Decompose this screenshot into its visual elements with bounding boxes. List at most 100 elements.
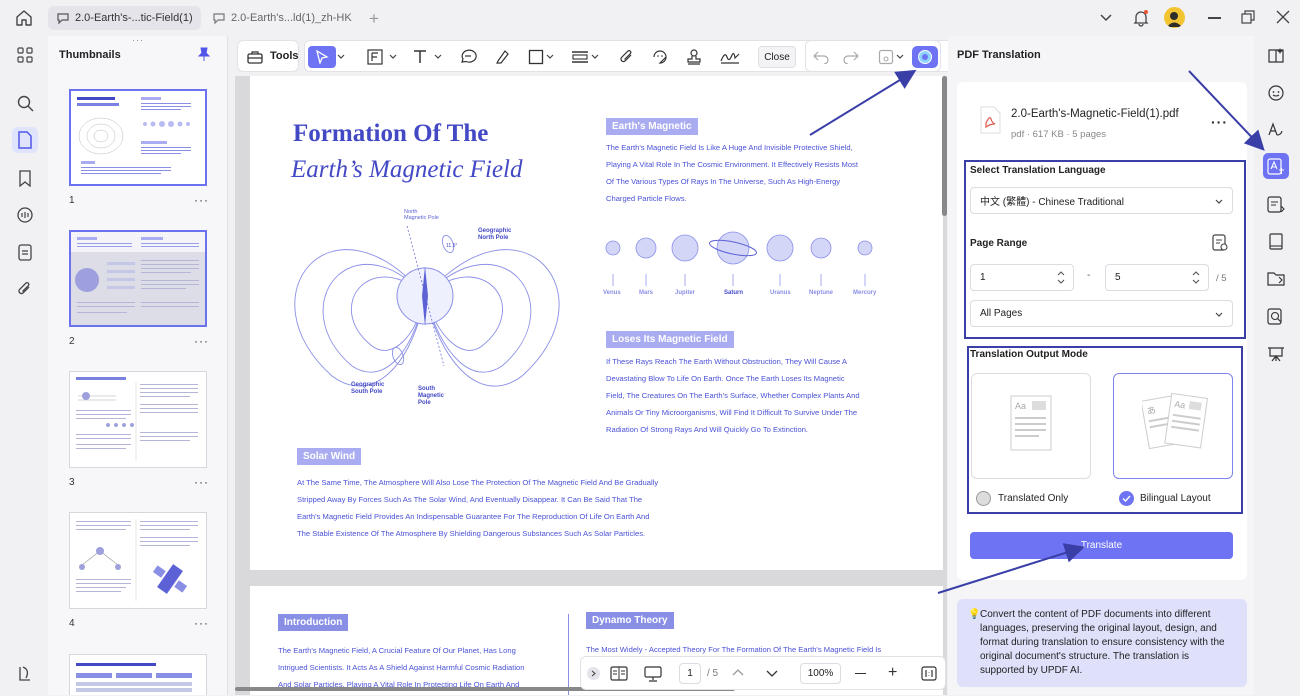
thumbnail-page-4[interactable] — [69, 512, 207, 609]
previous-page-icon[interactable] — [732, 668, 744, 677]
file-more-icon[interactable]: ··· — [1211, 114, 1228, 130]
apps-grid-icon[interactable] — [12, 42, 38, 68]
vertical-scrollbar[interactable] — [942, 76, 947, 216]
home-icon[interactable] — [15, 9, 33, 27]
zoom-in-icon[interactable]: + — [888, 665, 897, 681]
chevron-down-icon[interactable] — [388, 46, 398, 68]
thumbnails-panel: ··· Thumbnails 1 ··· 2 ··· 3 ··· 4 ··· — [48, 35, 228, 695]
ai-assistant-icon[interactable] — [912, 46, 938, 68]
new-tab-icon[interactable]: + — [369, 9, 379, 29]
magnetic-field-diagram — [294, 225, 560, 387]
zoom-input[interactable]: 100% — [800, 663, 841, 684]
ai-reader-icon[interactable] — [1263, 42, 1289, 68]
section-paragraph: If These Rays Reach The Earth Without Ob… — [606, 357, 860, 434]
planet-label: Saturn — [724, 290, 744, 296]
measure-icon[interactable] — [569, 46, 591, 68]
panel-title: PDF Translation — [957, 49, 1041, 61]
summarize-icon[interactable] — [1263, 191, 1289, 217]
reading-mode-icon[interactable] — [610, 666, 628, 681]
attachment-icon[interactable] — [12, 276, 38, 302]
select-arrow-icon[interactable] — [308, 46, 336, 68]
redo-icon[interactable] — [840, 46, 862, 68]
presentation-icon[interactable] — [1263, 340, 1289, 366]
page-number-input[interactable]: 1 — [679, 663, 701, 684]
zoom-out-icon[interactable] — [855, 673, 866, 675]
comments-icon[interactable] — [12, 202, 38, 228]
collapse-icon[interactable] — [587, 667, 600, 680]
chevron-down-icon[interactable] — [895, 46, 905, 68]
save-icon[interactable] — [875, 46, 897, 68]
translate-pdf-icon[interactable] — [1263, 153, 1289, 179]
thumbnail-page-3[interactable] — [69, 371, 207, 468]
comment-bubble-icon[interactable] — [457, 46, 479, 68]
section-heading: Earth's Magnetic — [606, 118, 698, 135]
translate-button[interactable]: Translate — [970, 532, 1233, 559]
text-tool-icon[interactable] — [409, 46, 431, 68]
chevron-down-icon[interactable] — [433, 46, 443, 68]
search-icon[interactable] — [12, 90, 38, 116]
bookmark-icon[interactable] — [12, 165, 38, 191]
translation-panel: PDF Translation 2.0-Earth's-Magnetic-Fie… — [948, 36, 1254, 695]
chevron-down-icon[interactable] — [590, 46, 600, 68]
history-tools — [805, 40, 941, 72]
actual-size-icon[interactable] — [921, 666, 937, 681]
thumbnails-icon[interactable] — [12, 127, 38, 153]
undo-icon[interactable] — [810, 46, 832, 68]
highlight-box-output-mode — [967, 346, 1243, 514]
folder-export-icon[interactable] — [1263, 265, 1289, 291]
thumbnails-title: Thumbnails — [59, 49, 121, 61]
pdf-page-1: Formation Of The Earth’s Magnetic Field … — [250, 76, 943, 570]
close-window-icon[interactable] — [1276, 10, 1290, 24]
pages-icon[interactable] — [12, 239, 38, 265]
paperclip-icon[interactable] — [616, 46, 638, 68]
thumbnail-page-5[interactable] — [69, 654, 207, 695]
title-bar: 2.0-Earth's-...tic-Field(1) 2.0-Earth's.… — [0, 0, 1300, 36]
planets-illustration — [605, 231, 873, 286]
close-button[interactable]: Close — [758, 46, 796, 68]
more-icon[interactable]: ··· — [194, 193, 209, 207]
rectangle-icon[interactable] — [525, 46, 547, 68]
restore-icon[interactable] — [1241, 10, 1255, 24]
tab-translated-document[interactable]: 2.0-Earth's...ld(1)_zh-HK — [204, 6, 354, 30]
tools-button[interactable]: Tools — [237, 40, 299, 72]
section-paragraph: The Earth's Magnetic Field, A Crucial Fe… — [278, 646, 525, 689]
thumbnail-number: 1 — [69, 195, 75, 206]
ocr-icon[interactable] — [1263, 116, 1289, 142]
chevron-down-icon[interactable] — [545, 46, 555, 68]
thumbnail-page-1[interactable] — [69, 89, 207, 186]
geo-south-label: Geographic South Pole — [351, 382, 385, 395]
more-icon[interactable]: ··· — [194, 334, 209, 348]
stamp-icon[interactable] — [683, 46, 705, 68]
notification-bell-icon[interactable] — [1133, 9, 1149, 27]
planet-label: Mercury — [853, 290, 877, 296]
ai-chat-icon[interactable] — [1263, 79, 1289, 105]
more-icon[interactable]: ··· — [194, 475, 209, 489]
book-icon[interactable] — [1263, 228, 1289, 254]
tab-document[interactable]: 2.0-Earth's-...tic-Field(1) — [48, 6, 201, 30]
minimize-icon[interactable] — [1208, 17, 1221, 19]
next-page-icon[interactable] — [766, 669, 778, 678]
planet-label: Mars — [639, 290, 654, 296]
tools-label: Tools — [270, 50, 299, 62]
left-rail — [0, 36, 48, 695]
layers-icon[interactable] — [12, 660, 38, 686]
chevron-down-icon[interactable] — [336, 46, 346, 68]
avatar[interactable] — [1164, 7, 1185, 28]
edit-toolbar: Tools Close — [235, 36, 1035, 76]
search-document-icon[interactable] — [1263, 303, 1289, 329]
document-viewer[interactable]: Formation Of The Earth’s Magnetic Field … — [235, 76, 947, 695]
file-name: 2.0-Earth's-Magnetic-Field(1).pdf — [1011, 108, 1179, 120]
page-navigation-bar: 1 / 5 100% + — [580, 656, 946, 690]
file-meta: pdf · 617 KB · 5 pages — [1011, 129, 1107, 140]
slideshow-icon[interactable] — [644, 666, 662, 682]
more-icon[interactable]: ··· — [194, 616, 209, 630]
resize-handle[interactable]: ··· — [132, 35, 144, 45]
sticker-icon[interactable] — [649, 46, 671, 68]
signature-icon[interactable] — [717, 46, 743, 68]
south-magnetic-label: South Magnetic Pole — [418, 386, 445, 406]
chevron-down-icon[interactable] — [1099, 11, 1113, 25]
thumbnail-page-2[interactable] — [69, 230, 207, 327]
text-box-icon[interactable] — [364, 46, 386, 68]
pin-icon[interactable] — [198, 47, 210, 62]
highlighter-icon[interactable] — [491, 46, 513, 68]
